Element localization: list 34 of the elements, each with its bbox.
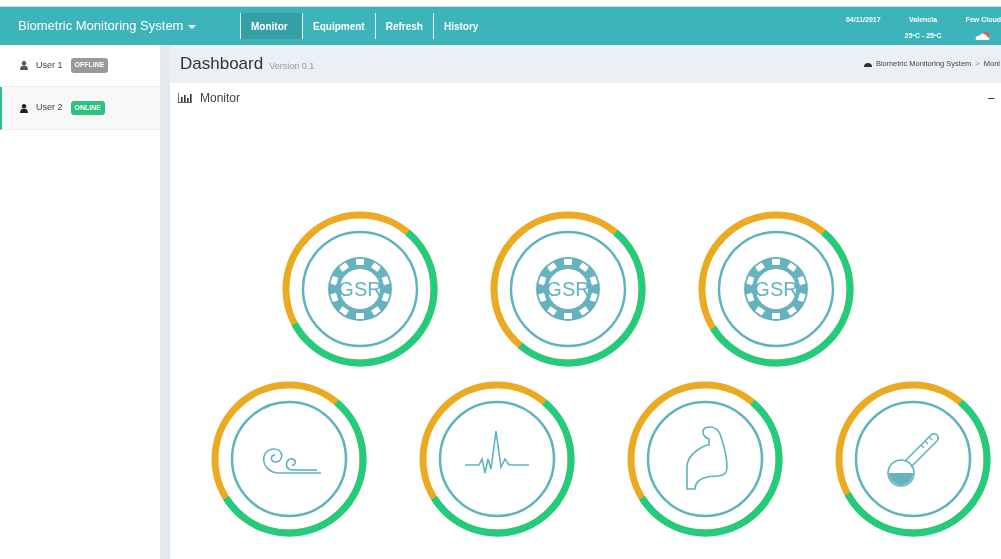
brand-menu[interactable]: Biometric Monitoring System [0,16,240,36]
thermometer-icon [886,433,939,487]
collapse-button[interactable]: − [987,88,995,109]
user-name: User 1 [36,58,63,72]
sensor-gauge[interactable]: GSR [489,210,647,369]
sensor-gauge[interactable] [625,380,784,539]
user-name: User 2 [36,101,63,115]
gsr-label: GSR [546,278,590,301]
dashboard-icon [863,60,872,68]
nav-tab[interactable]: Refresh [374,13,433,39]
page-title: Dashboard [180,53,264,76]
chip-icon [744,257,808,322]
wind-icon [262,448,322,474]
cloud-sun-icon [975,30,992,40]
sensor-gauge[interactable] [209,380,368,539]
sensor-gauge[interactable] [833,380,992,539]
nav-tab[interactable]: History [432,13,489,39]
gsr-label: GSR [754,278,798,301]
user-icon [20,103,28,113]
flexed-arm-icon [685,426,728,490]
nav-tab[interactable]: Monitor [240,13,302,39]
pulse-icon [463,430,530,474]
chip-icon [328,257,392,322]
caret-icon [188,24,197,29]
panel-title: Monitor [200,90,240,108]
sensor-gauge[interactable]: GSR [281,210,439,369]
sensor-gauge[interactable] [417,380,576,539]
nav-tab[interactable]: Equipment [302,13,375,39]
version-text: Version 0.1 [269,60,315,74]
user-icon [20,61,28,70]
sensor-gauge[interactable]: GSR [697,210,855,369]
gsr-label: GSR [338,278,382,301]
bar-chart-icon [178,93,192,104]
chip-icon [536,257,600,322]
